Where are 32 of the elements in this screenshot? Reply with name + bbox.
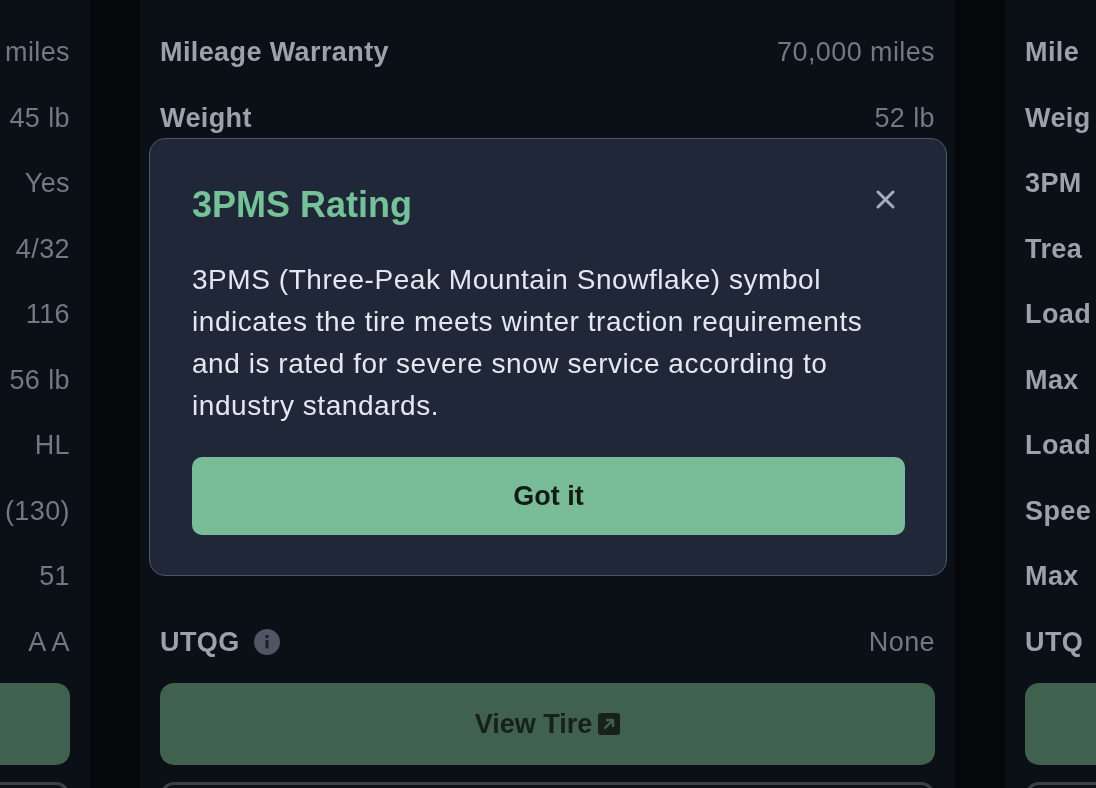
- spec-label: UTQ: [1025, 626, 1084, 658]
- dialog-title: 3PMS Rating: [192, 183, 413, 227]
- got-it-button[interactable]: Got it: [192, 457, 905, 535]
- spec-label: Trea: [1025, 233, 1083, 265]
- spec-value: Yes: [24, 168, 70, 200]
- spec-value: HL: [34, 430, 70, 462]
- spec-value: 56 lb: [9, 364, 70, 396]
- spec-label: Mile: [1025, 37, 1080, 69]
- spec-label: 3PM: [1025, 168, 1082, 200]
- spec-value: 70,000 miles: [777, 37, 935, 69]
- close-icon: [876, 190, 895, 209]
- external-link-icon: [598, 713, 621, 735]
- spec-value: 4/32: [15, 233, 70, 265]
- spec-value: (130): [4, 495, 70, 527]
- spec-label: Max: [1025, 364, 1079, 396]
- spec-label: Weight: [160, 102, 252, 134]
- spec-label: Load: [1025, 299, 1092, 331]
- dialog-text: 3PMS (Three-Peak Mountain Snowflake) symbol indicates the tire meets winter traction requirements and is rated for severe snow service according to industry standards.: [192, 263, 864, 423]
- spec-label: UTQG: [160, 626, 240, 658]
- info-icon[interactable]: [253, 629, 280, 656]
- spec-label: Weig: [1025, 102, 1091, 134]
- spec-value: 45 lb: [9, 102, 70, 134]
- spec-value: None: [868, 626, 935, 658]
- spec-label: Max: [1025, 561, 1079, 593]
- spec-value: 116: [25, 299, 70, 331]
- spec-label: Spee: [1025, 495, 1092, 527]
- spec-value: A A: [28, 626, 70, 658]
- spec-value: miles: [5, 37, 70, 69]
- spec-value: 52 lb: [874, 102, 935, 134]
- spec-value: 51: [39, 561, 70, 593]
- spec-label: Load: [1025, 430, 1092, 462]
- spec-label: Mileage Warranty: [160, 37, 389, 69]
